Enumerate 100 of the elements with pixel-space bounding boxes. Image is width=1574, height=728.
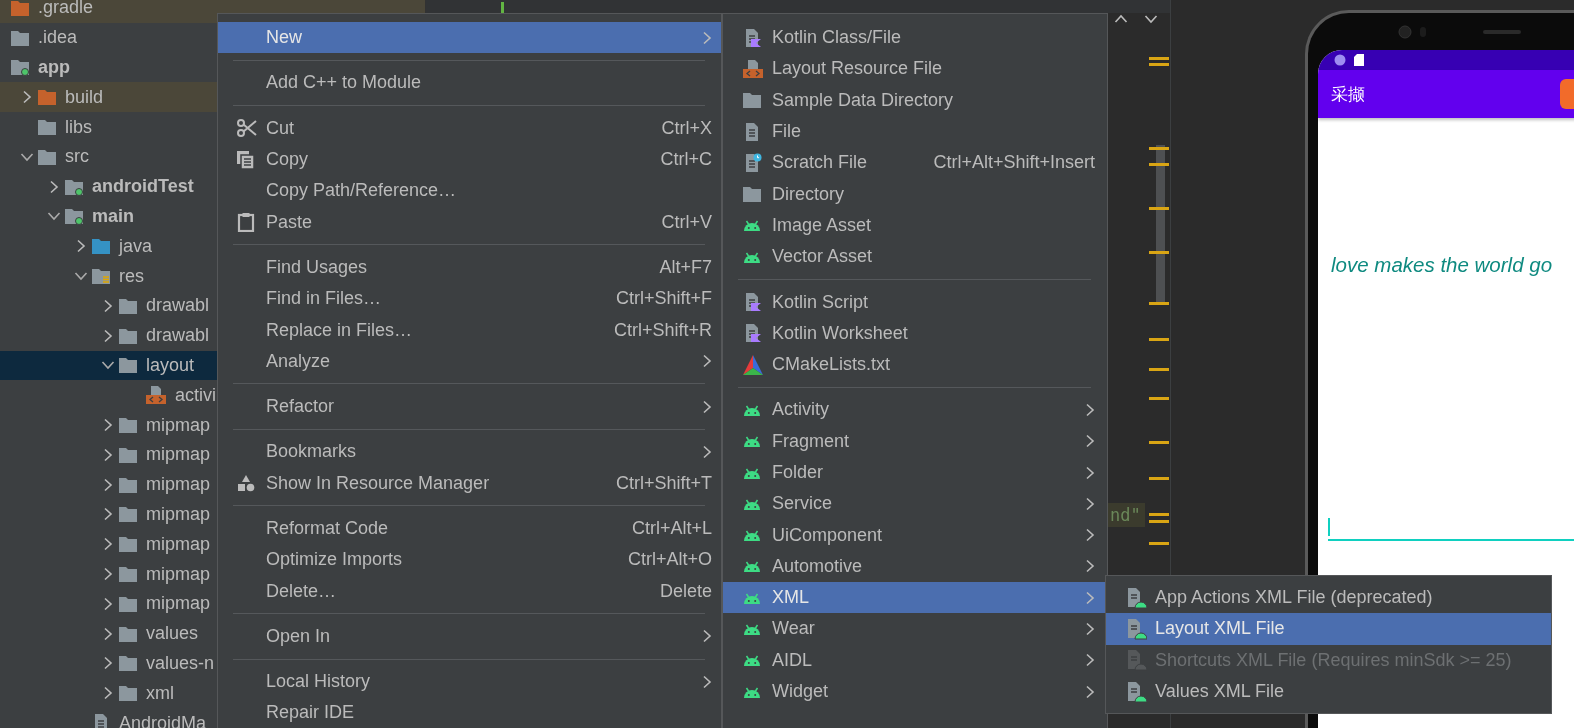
menu-item[interactable]: Sample Data Directory xyxy=(723,84,1107,116)
shortcut-label: Ctrl+Shift+F xyxy=(615,288,712,310)
menu-item[interactable]: Vector Asset xyxy=(723,241,1107,273)
folder-icon xyxy=(37,147,57,166)
menu-item[interactable]: Kotlin Script xyxy=(723,286,1107,318)
folder-icon xyxy=(118,624,138,643)
folder-icon xyxy=(742,91,762,110)
menu-item[interactable]: Bookmarks xyxy=(218,436,721,468)
folder-icon xyxy=(118,565,138,584)
menu-item[interactable]: Copy Ctrl+C xyxy=(218,143,721,176)
menu-item[interactable]: Widget xyxy=(723,675,1107,708)
android-icon xyxy=(742,653,762,668)
menu-item[interactable]: Delete… Delete xyxy=(218,575,721,607)
folder-icon xyxy=(118,326,138,345)
menu-item[interactable]: Kotlin Class/File xyxy=(723,22,1107,54)
module-folder-icon xyxy=(10,58,30,77)
folder-icon xyxy=(118,296,138,315)
copy-icon xyxy=(236,149,256,170)
folder-icon xyxy=(118,684,138,703)
folder-icon xyxy=(37,118,57,137)
menu-item[interactable]: Layout Resource File xyxy=(723,53,1107,85)
folder-icon xyxy=(118,445,138,464)
menu-item[interactable]: Activity xyxy=(723,394,1107,426)
module-folder-icon xyxy=(64,177,84,196)
menu-item[interactable]: Find Usages Alt+F7 xyxy=(218,251,721,284)
android-icon xyxy=(742,559,762,574)
menu-item[interactable]: Service xyxy=(723,488,1107,520)
camera-icon xyxy=(1398,24,1523,39)
folder-icon xyxy=(10,28,30,47)
shortcut-label: Ctrl+Alt+O xyxy=(627,549,712,571)
circle-icon xyxy=(1334,54,1346,66)
android-file-icon xyxy=(1125,617,1147,640)
menu-item[interactable]: Scratch File Ctrl+Alt+Shift+Insert xyxy=(723,147,1107,179)
shortcut-label: Ctrl+X xyxy=(661,117,712,139)
menu-item[interactable]: Folder xyxy=(723,456,1107,489)
folder-icon xyxy=(37,88,57,107)
code-text: nd" xyxy=(1106,503,1145,527)
android-file-icon xyxy=(1125,586,1147,609)
menu-item[interactable]: Directory xyxy=(723,178,1107,210)
menu-item[interactable]: New xyxy=(218,22,721,54)
clipboard-icon xyxy=(236,212,256,233)
menu-item[interactable]: Reformat Code Ctrl+Alt+L xyxy=(218,512,721,545)
android-icon xyxy=(742,528,762,543)
android-icon xyxy=(742,622,762,636)
menu-item[interactable]: Open In xyxy=(218,620,721,653)
android-file-icon xyxy=(1125,680,1147,703)
triangle-icon xyxy=(742,353,764,376)
folder-icon xyxy=(118,535,138,554)
menu-item[interactable]: File xyxy=(723,115,1107,148)
shortcut-label: Ctrl+V xyxy=(661,211,712,233)
menu-item[interactable]: XML xyxy=(723,582,1107,614)
menu-item[interactable]: Kotlin Worksheet xyxy=(723,317,1107,349)
menu-item[interactable]: Automotive xyxy=(723,550,1107,583)
folder-icon xyxy=(118,505,138,524)
menu-item[interactable]: Image Asset xyxy=(723,209,1107,242)
scissors-icon xyxy=(236,118,258,139)
app-title: 采撷 xyxy=(1331,82,1365,106)
menu-item[interactable]: Find in Files… Ctrl+Shift+F xyxy=(218,283,721,315)
shortcut-label: Ctrl+C xyxy=(660,149,712,171)
menu-item[interactable]: UiComponent xyxy=(723,519,1107,551)
folder-icon xyxy=(742,185,762,204)
menu-item[interactable]: Cut Ctrl+X xyxy=(218,112,721,144)
input-field[interactable] xyxy=(1328,515,1574,541)
menu-item[interactable]: Optimize Imports Ctrl+Alt+O xyxy=(218,544,721,576)
text-view: love makes the world go xyxy=(1331,253,1554,277)
android-file-icon xyxy=(1125,649,1147,672)
android-icon xyxy=(742,218,762,233)
module-folder-icon xyxy=(64,207,84,226)
menu-item[interactable]: Layout XML File xyxy=(1106,613,1551,645)
folder-icon xyxy=(118,654,138,673)
menu-item[interactable]: Copy Path/Reference… xyxy=(218,175,721,207)
menu-item[interactable]: Replace in Files… Ctrl+Shift+R xyxy=(218,314,721,346)
folder-icon xyxy=(118,416,138,435)
shortcut-label: Ctrl+Alt+Shift+Insert xyxy=(933,152,1095,174)
shortcut-label: Ctrl+Alt+L xyxy=(631,518,712,539)
folder-icon xyxy=(10,0,30,17)
menu-item[interactable]: Fragment xyxy=(723,425,1107,457)
folder-icon xyxy=(118,594,138,613)
menu-item[interactable]: Values XML File xyxy=(1106,675,1551,708)
sd-card-icon xyxy=(1354,54,1364,66)
menu-item[interactable]: Paste Ctrl+V xyxy=(218,206,721,238)
shortcut-label: Ctrl+Shift+R xyxy=(613,319,712,341)
shortcut-label: Ctrl+Shift+T xyxy=(615,472,712,494)
menu-item[interactable]: Local History xyxy=(218,666,721,698)
layout-file-icon xyxy=(145,385,167,406)
app-icon xyxy=(1560,79,1574,109)
menu-item[interactable]: Refactor xyxy=(218,390,721,423)
layout-file-icon xyxy=(742,58,764,79)
menu-item[interactable]: App Actions XML File (deprecated) xyxy=(1106,582,1551,614)
folder-icon xyxy=(118,475,138,494)
menu-item[interactable]: Repair IDE xyxy=(218,697,721,728)
menu-item[interactable]: AIDL xyxy=(723,644,1107,676)
folder-icon xyxy=(91,237,111,256)
menu-item[interactable]: CMakeLists.txt xyxy=(723,348,1107,381)
menu-item[interactable]: Show In Resource Manager Ctrl+Shift+T xyxy=(218,467,721,499)
shortcut-label: Delete xyxy=(659,580,712,602)
shortcut-label: Alt+F7 xyxy=(659,256,712,278)
shapes-icon xyxy=(236,473,256,494)
menu-item[interactable]: Wear xyxy=(723,613,1107,645)
resource-folder-icon xyxy=(91,267,111,286)
